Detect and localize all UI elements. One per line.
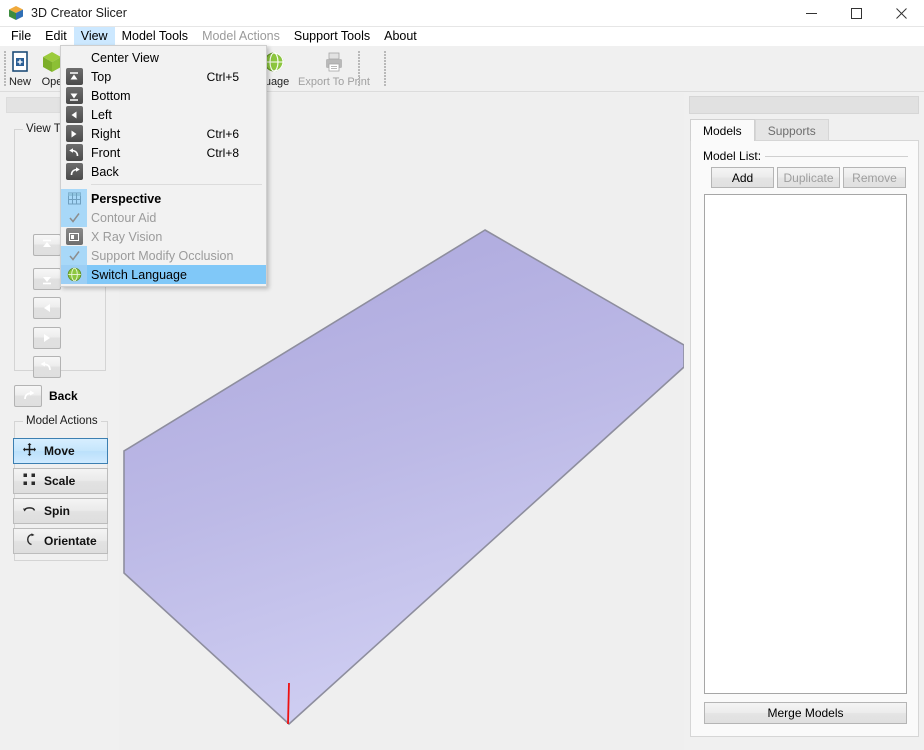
menu-model-actions: Model Actions [202,29,280,43]
menu-view[interactable]: View [73,27,115,46]
menu-item-center-view[interactable]: Center View [61,48,266,67]
menu-about[interactable]: About [377,27,424,46]
menu-item-top-shortcut: Ctrl+5 [206,69,239,84]
menu-item-bottom[interactable]: Bottom [61,86,266,105]
view-right-icon [61,124,87,143]
orientate-action-button[interactable]: Orientate [13,528,108,554]
menu-item-support-modify-occlusion: Support Modify Occlusion [61,246,266,265]
menu-item-switch-language-label: Switch Language [91,267,187,282]
left-view-button[interactable] [33,297,61,319]
menu-edit[interactable]: Edit [38,27,74,46]
remove-model-button: Remove [843,167,906,188]
model-list-title: Model List: [703,149,766,163]
menu-support-tools[interactable]: Support Tools [287,27,377,46]
title-bar: 3D Creator Slicer [0,0,924,27]
menu-item-center-view-label: Center View [91,50,159,65]
move-action-button[interactable]: Move [13,438,108,464]
toolbar-new-label: New [8,76,31,88]
menu-item-front[interactable]: Front Ctrl+8 [61,143,266,162]
orientate-action-label: Orientate [44,534,97,548]
right-view-button[interactable] [33,327,61,349]
app-cube-icon [8,5,24,21]
menu-file[interactable]: File [4,27,38,46]
center-view-icon-slot [61,48,87,67]
toolbar-grip-mid[interactable] [355,50,362,88]
menu-item-back[interactable]: Back [61,162,266,181]
view-bottom-icon [61,86,87,105]
menu-item-x-ray-vision: X Ray Vision [61,227,266,246]
view-dropdown-menu: Center View Top Ctrl+5 Bottom Left Right… [60,45,267,287]
move-action-label: Move [44,444,75,458]
orientate-arc-icon [23,533,36,549]
menu-item-perspective[interactable]: Perspective [61,189,266,208]
menu-item-top[interactable]: Top Ctrl+5 [61,67,266,86]
menu-item-perspective-label: Perspective [91,191,162,206]
merge-models-button[interactable]: Merge Models [704,702,907,724]
right-panel: Models Supports Model List: Add Duplicat… [685,93,924,750]
menu-bar: File Edit View Model Tools Model Actions… [0,27,924,46]
build-plate-marker [287,682,290,725]
checkmark-icon [61,208,87,227]
tab-supports[interactable]: Supports [754,119,829,141]
export-to-print-icon [322,50,346,74]
flat-slab-model [123,229,684,726]
bottom-view-button[interactable] [33,268,61,290]
menu-item-switch-language[interactable]: Switch Language [61,265,266,284]
spin-arrow-icon [23,503,36,519]
view-back-icon [61,162,87,181]
duplicate-model-button: Duplicate [777,167,840,188]
menu-item-contour-aid: Contour Aid [61,208,266,227]
view-front-icon [61,143,87,162]
right-panel-header-bar [689,96,919,114]
tab-page-seam [691,140,747,141]
tab-models[interactable]: Models [690,119,755,141]
scale-action-button[interactable]: Scale [13,468,108,494]
scale-corners-icon [23,473,36,489]
switch-language-icon [61,265,87,284]
menu-item-front-shortcut: Ctrl+8 [206,145,239,160]
spin-action-button[interactable]: Spin [13,498,108,524]
menu-item-left[interactable]: Left [61,105,266,124]
new-document-icon [8,50,32,74]
toolbar-export-to-print-button: Export To Print [290,48,378,90]
perspective-grid-icon [61,189,87,208]
back-view-label: Back [49,389,78,403]
maximize-button[interactable] [834,0,879,27]
toolbar-new-button[interactable]: New [2,48,38,90]
menu-item-right-shortcut: Ctrl+6 [206,126,239,141]
move-cross-icon [23,443,36,459]
spin-action-label: Spin [44,504,70,518]
menu-item-left-label: Left [91,107,112,122]
back-view-button[interactable]: Back [14,383,98,409]
xray-vision-icon [61,227,87,246]
menu-item-contour-aid-label: Contour Aid [91,210,157,225]
menu-item-x-ray-vision-label: X Ray Vision [91,229,163,244]
menu-separator [91,184,262,185]
window-controls [789,0,924,27]
top-view-button[interactable] [33,234,61,256]
front-view-button[interactable] [33,356,61,378]
model-list-box[interactable] [704,194,907,694]
close-button[interactable] [879,0,924,27]
view-top-icon [61,67,87,86]
window-title: 3D Creator Slicer [31,6,127,20]
arrow-redo-icon [14,385,42,407]
menu-model-tools[interactable]: Model Tools [115,27,195,46]
checkmark-icon [61,246,87,265]
menu-item-right[interactable]: Right Ctrl+6 [61,124,266,143]
add-model-button[interactable]: Add [711,167,774,188]
menu-item-top-label: Top [91,69,112,84]
menu-item-right-label: Right [91,126,121,141]
menu-item-support-modify-occlusion-label: Support Modify Occlusion [91,248,234,263]
right-panel-tabs: Models Supports [690,119,919,141]
menu-item-front-label: Front [91,145,121,160]
view-left-icon [61,105,87,124]
model-actions-title: Model Actions [23,415,101,427]
toolbar-grip-right[interactable] [381,50,388,88]
menu-item-back-label: Back [91,164,119,179]
scale-action-label: Scale [44,474,76,488]
menu-item-bottom-label: Bottom [91,88,131,103]
models-tab-page: Model List: Add Duplicate Remove Merge M… [690,140,919,737]
minimize-button[interactable] [789,0,834,27]
